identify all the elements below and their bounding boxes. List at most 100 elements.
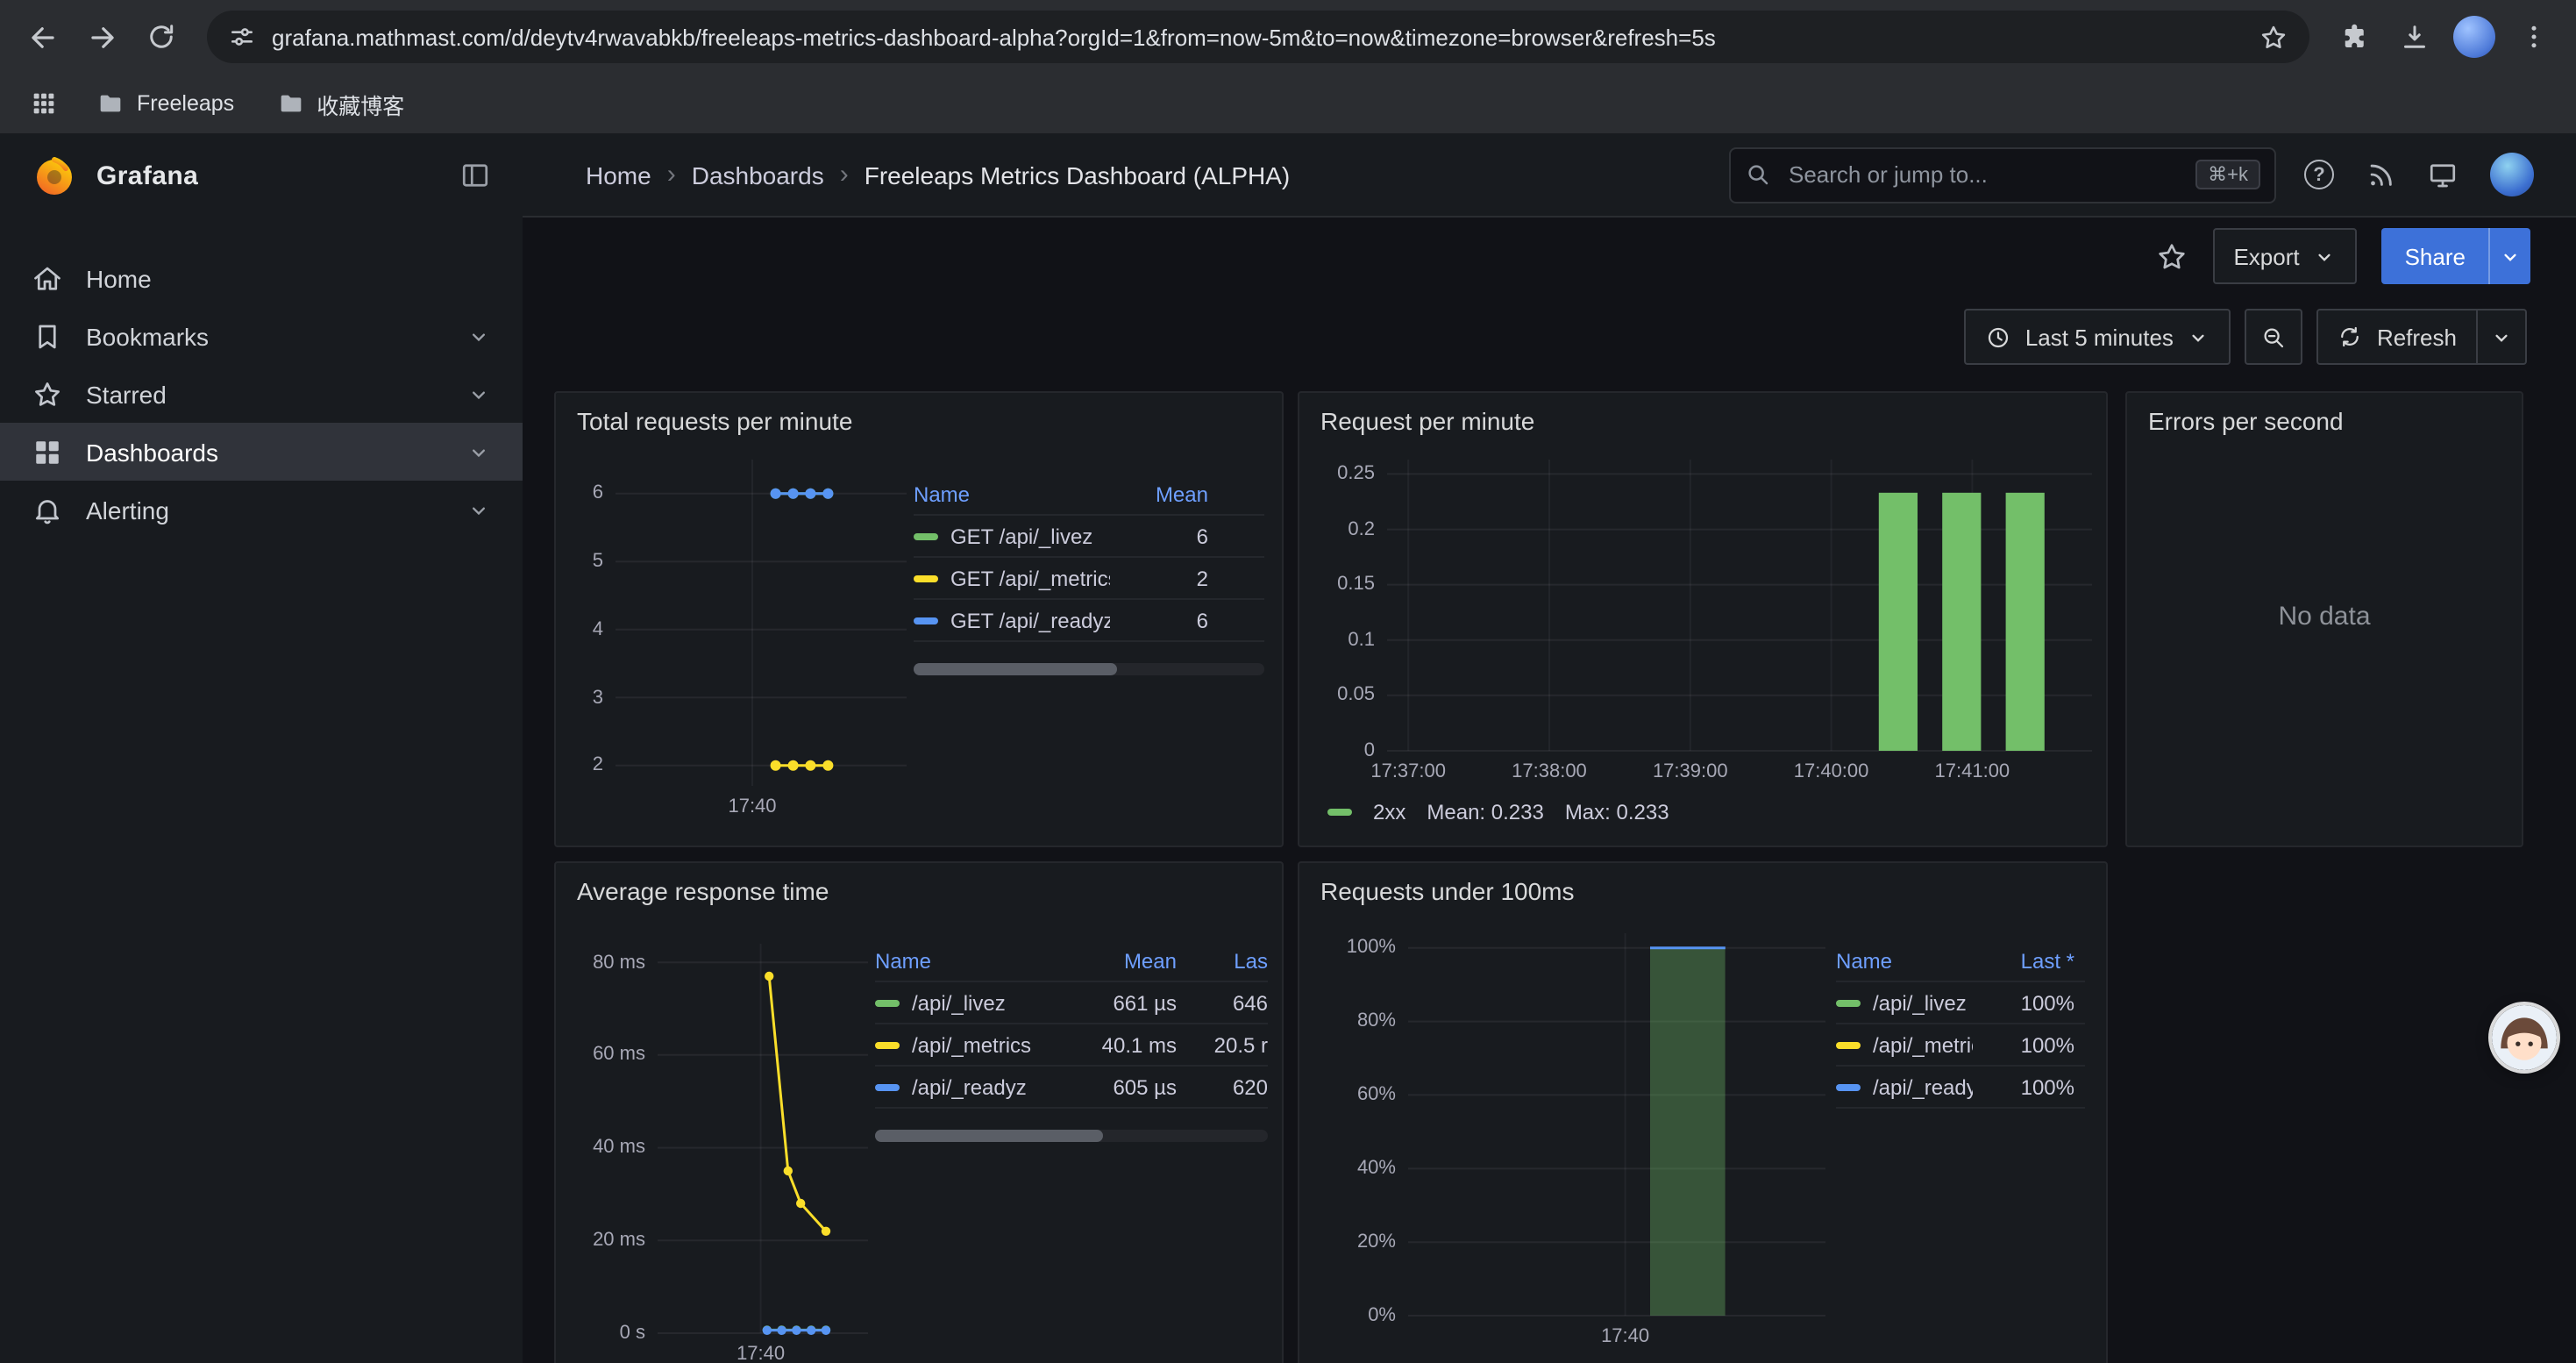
site-info-icon[interactable] <box>228 23 256 51</box>
apps-grid-icon[interactable] <box>21 81 67 126</box>
chevron-down-icon[interactable] <box>466 382 491 406</box>
panel-title[interactable]: Average response time <box>556 863 1282 919</box>
breadcrumb-home[interactable]: Home <box>586 161 651 189</box>
legend-row[interactable]: /api/_livez661 µs646 <box>875 982 1268 1024</box>
series-value: 100% <box>1990 1074 2074 1099</box>
sidebar-item-starred[interactable]: Starred <box>0 365 523 423</box>
panel-request-per-minute[interactable]: Request per minute 0.250.20.150.10.05017… <box>1298 391 2108 847</box>
legend-scrollbar-thumb[interactable] <box>875 1130 1103 1142</box>
legend-row[interactable]: /api/_livez100% <box>1836 982 2085 1024</box>
total-requests-chart[interactable]: 6543217:40 <box>570 460 907 824</box>
sidebar-item-bookmarks[interactable]: Bookmarks <box>0 307 523 365</box>
legend-row[interactable]: GET /api/_metrics2 <box>914 558 1264 600</box>
assistant-avatar[interactable] <box>2492 1005 2557 1070</box>
collapse-sidebar-icon[interactable] <box>459 160 491 191</box>
zoom-out-button[interactable] <box>2245 309 2303 365</box>
panel-title[interactable]: Request per minute <box>1299 393 2106 449</box>
search-input[interactable]: ⌘+k <box>1729 146 2276 203</box>
series-name[interactable]: 2xx <box>1373 800 1405 824</box>
series-color-dash <box>1836 1083 1861 1090</box>
series-color-dash <box>875 1041 900 1048</box>
favorite-dashboard-button[interactable] <box>2154 239 2188 273</box>
legend-header-cell[interactable]: Mean <box>1128 482 1208 506</box>
monitor-icon[interactable] <box>2427 159 2459 190</box>
chevron-down-icon[interactable] <box>466 324 491 348</box>
refresh-interval-dropdown[interactable] <box>2478 309 2527 365</box>
reload-button[interactable] <box>133 9 189 65</box>
legend-row[interactable]: /api/_metrics40.1 ms20.5 r <box>875 1024 1268 1067</box>
search-field[interactable] <box>1785 160 2181 189</box>
legend-header-cell[interactable]: Name <box>914 482 1110 506</box>
download-icon <box>2399 21 2430 53</box>
downloads-icon[interactable] <box>2387 9 2443 65</box>
legend-header: Name Mean Las <box>875 940 1268 982</box>
chevron-down-icon[interactable] <box>466 497 491 522</box>
bookmark-folder-blogs[interactable]: 收藏博客 <box>264 82 416 125</box>
legend-row[interactable]: /api/_metrics100% <box>1836 1024 2085 1067</box>
url-bar[interactable]: grafana.mathmast.com/d/deytv4rwavabkb/fr… <box>207 11 2309 63</box>
legend-header-cell[interactable]: Mean <box>1075 948 1177 973</box>
series-value: 620 <box>1194 1074 1268 1099</box>
share-label: Share <box>2405 243 2466 269</box>
grafana-logo-icon[interactable] <box>32 153 77 198</box>
export-button[interactable]: Export <box>2212 228 2357 284</box>
breadcrumb-dashboards[interactable]: Dashboards <box>692 161 824 189</box>
legend-scrollbar[interactable] <box>875 1130 1268 1142</box>
url-text[interactable]: grafana.mathmast.com/d/deytv4rwavabkb/fr… <box>272 24 2243 50</box>
legend-row[interactable]: /api/_readyz605 µs620 <box>875 1067 1268 1109</box>
help-icon[interactable]: ? <box>2304 160 2334 189</box>
sidebar-item-dashboards[interactable]: Dashboards <box>0 423 523 481</box>
bookmark-star-icon[interactable] <box>2259 22 2288 52</box>
series-value: 661 µs <box>1075 990 1177 1015</box>
legend-header-cell[interactable]: Name <box>875 948 1057 973</box>
series-value: 646 <box>1194 990 1268 1015</box>
rss-icon[interactable] <box>2366 160 2395 189</box>
legend-row[interactable]: GET /api/_readyz6 <box>914 600 1264 642</box>
legend-row[interactable]: /api/_readyz 100% <box>1836 1067 2085 1109</box>
user-avatar[interactable] <box>2490 153 2534 196</box>
sidebar-header: Grafana <box>0 133 523 218</box>
c2-plot-area[interactable] <box>1387 460 2092 751</box>
legend-scrollbar-thumb[interactable] <box>914 663 1117 675</box>
c4-plot-area[interactable] <box>658 944 868 1333</box>
series-name-cell: GET /api/_livez <box>914 524 1110 548</box>
grafana-brand: Grafana <box>96 161 198 190</box>
forward-button[interactable] <box>74 9 130 65</box>
legend-header-cell[interactable]: Las <box>1194 948 1268 973</box>
c5-plot-area[interactable] <box>1408 933 1825 1316</box>
sidebar-item-home[interactable]: Home <box>0 249 523 307</box>
share-dropdown-button[interactable] <box>2488 228 2530 284</box>
average-response-time-chart[interactable]: 80 ms60 ms40 ms20 ms0 s17:40 <box>566 944 868 1363</box>
back-button[interactable] <box>14 9 70 65</box>
time-range-picker[interactable]: Last 5 minutes <box>1964 309 2231 365</box>
series-name: /api/_readyz <box>1873 1074 1973 1099</box>
request-per-minute-chart[interactable]: 0.250.20.150.10.05017:37:0017:38:0017:39… <box>1310 460 2092 796</box>
browser-menu-icon[interactable] <box>2506 9 2562 65</box>
legend-header-cell[interactable]: Name <box>1836 948 1973 973</box>
y-tick-label: 80 ms <box>566 950 645 974</box>
requests-under-100ms-chart[interactable]: 100%80%60%40%20%0%17:40 <box>1310 933 1825 1361</box>
panel-title[interactable]: Requests under 100ms <box>1299 863 2106 919</box>
refresh-button[interactable]: Refresh <box>2317 309 2478 365</box>
bookmark-folder-freeleaps[interactable]: Freeleaps <box>84 84 246 123</box>
legend-header-cell[interactable]: Last * <box>1990 948 2074 973</box>
c1-plot-area[interactable] <box>616 460 907 786</box>
panel-title[interactable]: Errors per second <box>2127 393 2522 449</box>
browser-profile-avatar[interactable] <box>2446 9 2502 65</box>
chevron-down-icon[interactable] <box>466 439 491 464</box>
extensions-icon[interactable] <box>2327 9 2383 65</box>
folder-icon <box>96 89 125 118</box>
panel-average-response-time[interactable]: Average response time 80 ms60 ms40 ms20 … <box>554 861 1284 1363</box>
sidebar-item-alerting[interactable]: Alerting <box>0 481 523 539</box>
series-name: GET /api/_livez <box>950 524 1092 548</box>
series-name-cell: /api/_metrics <box>1836 1032 1973 1057</box>
panel-errors-per-second[interactable]: Errors per second No data <box>2125 391 2523 847</box>
panel-requests-under-100ms[interactable]: Requests under 100ms 100%80%60%40%20%0%1… <box>1298 861 2108 1363</box>
panel-legend[interactable]: 2xx Mean: 0.233 Max: 0.233 <box>1327 800 1669 824</box>
share-button[interactable]: Share <box>2382 228 2488 284</box>
legend-scrollbar[interactable] <box>914 663 1264 675</box>
legend-row[interactable]: GET /api/_livez6 <box>914 516 1264 558</box>
panel-total-requests-per-minute[interactable]: Total requests per minute 6543217:40 Nam… <box>554 391 1284 847</box>
panel-title[interactable]: Total requests per minute <box>556 393 1282 449</box>
y-tick-label: 60% <box>1310 1082 1396 1107</box>
